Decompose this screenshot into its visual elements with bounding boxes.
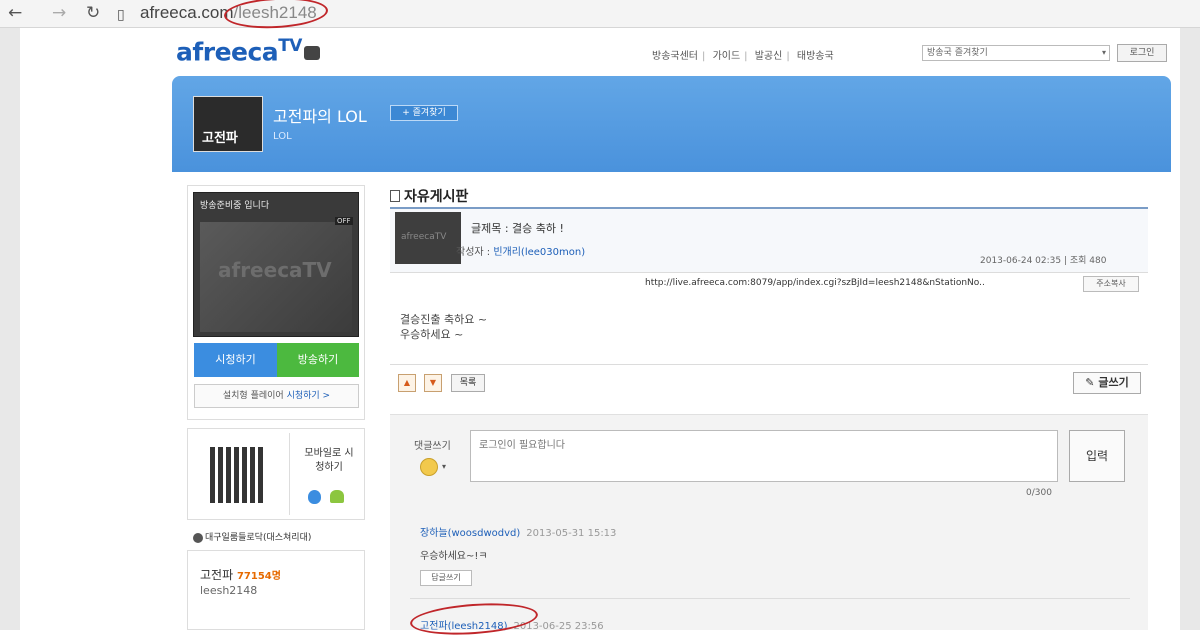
mascot-icon bbox=[303, 46, 320, 61]
club-link[interactable]: 대구일룸들로닥(대스쳐리대) bbox=[193, 530, 311, 543]
profile-id: leesh2148 bbox=[200, 584, 258, 597]
submit-comment-button[interactable]: 입력 bbox=[1069, 430, 1125, 482]
reply-button[interactable]: 답글쓰기 bbox=[420, 570, 472, 586]
comment-date: 2013-05-31 15:13 bbox=[526, 528, 617, 539]
club-icon bbox=[193, 532, 203, 543]
emoji-icon[interactable] bbox=[420, 458, 438, 476]
off-badge: OFF bbox=[335, 217, 353, 225]
afreeca-logo[interactable]: afreecaTV bbox=[176, 36, 320, 66]
post-date-views: 2013-06-24 02:35 | 조회 480 bbox=[980, 256, 1107, 266]
fan-count: 77154명 bbox=[236, 571, 281, 582]
post-author: 작성자 : 빈개리(lee030mon) bbox=[456, 243, 585, 258]
logo-text: afreeca bbox=[176, 37, 279, 67]
club-link-text: 대구일룸들로닥(대스쳐리대) bbox=[205, 533, 312, 543]
menu-item-station-center[interactable]: 방송국센터 bbox=[652, 51, 698, 62]
channel-subtitle: LOL bbox=[273, 131, 292, 142]
page-icon: ▯ bbox=[117, 7, 125, 23]
url-domain: afreeca.com bbox=[140, 3, 234, 22]
channel-title: 고전파의 LOL bbox=[273, 107, 367, 126]
broadcast-button[interactable]: 방송하기 bbox=[277, 343, 359, 377]
watch-button[interactable]: 시청하기 bbox=[194, 343, 277, 377]
menu-item-guide[interactable]: 가이드 bbox=[713, 51, 741, 62]
write-button[interactable]: ✎ 글쓰기 bbox=[1073, 372, 1141, 394]
post-body-line: 결승진출 축하요 ~ bbox=[400, 313, 488, 326]
browser-toolbar: ← → ↻ ▯ afreeca.com/leesh2148 bbox=[0, 0, 1200, 31]
post-body-line: 우승하세요 ~ bbox=[400, 328, 464, 341]
post-subject: 글제목 : 결승 축하 ! bbox=[471, 222, 564, 235]
divider bbox=[289, 433, 290, 515]
author-link[interactable]: 빈개리(lee030mon) bbox=[493, 247, 585, 258]
chevron-down-icon: ▾ bbox=[1101, 48, 1106, 57]
profile-name-text: 고전파 bbox=[200, 568, 234, 582]
board-title: 자유게시판 bbox=[390, 186, 468, 206]
post-url[interactable]: http://live.afreeca.com:8079/app/index.c… bbox=[645, 278, 985, 288]
post-body: 결승진출 축하요 ~ 우승하세요 ~ bbox=[400, 312, 487, 342]
comment-author-name: 장하늘(woosdwodvd) bbox=[420, 528, 521, 539]
comment-input[interactable] bbox=[470, 430, 1058, 482]
favorite-station-select[interactable]: 방송국 즐겨찾기 ▾ bbox=[922, 45, 1110, 61]
annotation-circle bbox=[223, 0, 329, 31]
menu-item-my-station[interactable]: 태방송국 bbox=[797, 51, 834, 62]
copy-url-button[interactable]: 주소복사 bbox=[1083, 276, 1139, 292]
installed-player-watch: 시청하기 > bbox=[286, 391, 331, 401]
comment-text: 우승하세요~!ㅋ bbox=[420, 551, 488, 562]
char-count: 0/300 bbox=[1026, 488, 1052, 498]
player-logo: afreecaTV bbox=[218, 258, 332, 282]
comment-label: 댓글쓰기 bbox=[414, 441, 451, 452]
post-thumbnail: afreecaTV bbox=[395, 212, 461, 264]
profile-name: 고전파 77154명 bbox=[200, 566, 281, 583]
menu-item-3[interactable]: 발공신 bbox=[755, 51, 783, 62]
android-icon[interactable] bbox=[330, 490, 344, 503]
list-button[interactable]: 목록 bbox=[451, 374, 485, 392]
forward-arrow-icon[interactable]: → bbox=[52, 3, 66, 23]
write-button-label: 글쓰기 bbox=[1098, 376, 1129, 389]
vote-down-button[interactable]: ▼ bbox=[424, 374, 442, 392]
divider bbox=[390, 364, 1148, 365]
left-gutter bbox=[0, 28, 20, 630]
apple-icon[interactable] bbox=[308, 490, 321, 504]
favorite-select-value: 방송국 즐겨찾기 bbox=[927, 48, 988, 58]
comment-author[interactable]: 장하늘(woosdwodvd) 2013-05-31 15:13 bbox=[420, 524, 616, 539]
pencil-icon: ✎ bbox=[1085, 376, 1095, 389]
post-thumb-text: afreecaTV bbox=[401, 232, 447, 242]
divider bbox=[410, 598, 1130, 599]
qr-code-icon bbox=[210, 447, 266, 503]
chevron-down-icon[interactable]: ▾ bbox=[442, 462, 446, 471]
login-button[interactable]: 로그인 bbox=[1117, 44, 1167, 62]
reload-icon[interactable]: ↻ bbox=[86, 3, 100, 23]
installed-player-label: 설치형 플레이어 bbox=[222, 391, 284, 401]
vote-up-button[interactable]: ▲ bbox=[398, 374, 416, 392]
board-title-text: 자유게시판 bbox=[404, 189, 469, 205]
document-icon bbox=[390, 190, 400, 202]
add-favorite-button[interactable]: + 즐겨찾기 bbox=[390, 105, 458, 121]
back-arrow-icon[interactable]: ← bbox=[8, 3, 22, 23]
player-status: 방송준비중 입니다 bbox=[200, 201, 270, 211]
thumb-label: 고전파 bbox=[202, 131, 238, 146]
mobile-watch-label: 모바일로 시청하기 bbox=[304, 448, 354, 473]
author-label: 작성자 : bbox=[456, 247, 494, 258]
top-menu: 방송국센터 | 가이드 | 발공신 | 태방송국 bbox=[652, 51, 834, 62]
channel-thumbnail[interactable]: 고전파 bbox=[193, 96, 263, 152]
installed-player-link[interactable]: 설치형 플레이어 시청하기 > bbox=[194, 384, 359, 408]
logo-tv: TV bbox=[278, 36, 302, 56]
right-gutter bbox=[1180, 28, 1200, 630]
